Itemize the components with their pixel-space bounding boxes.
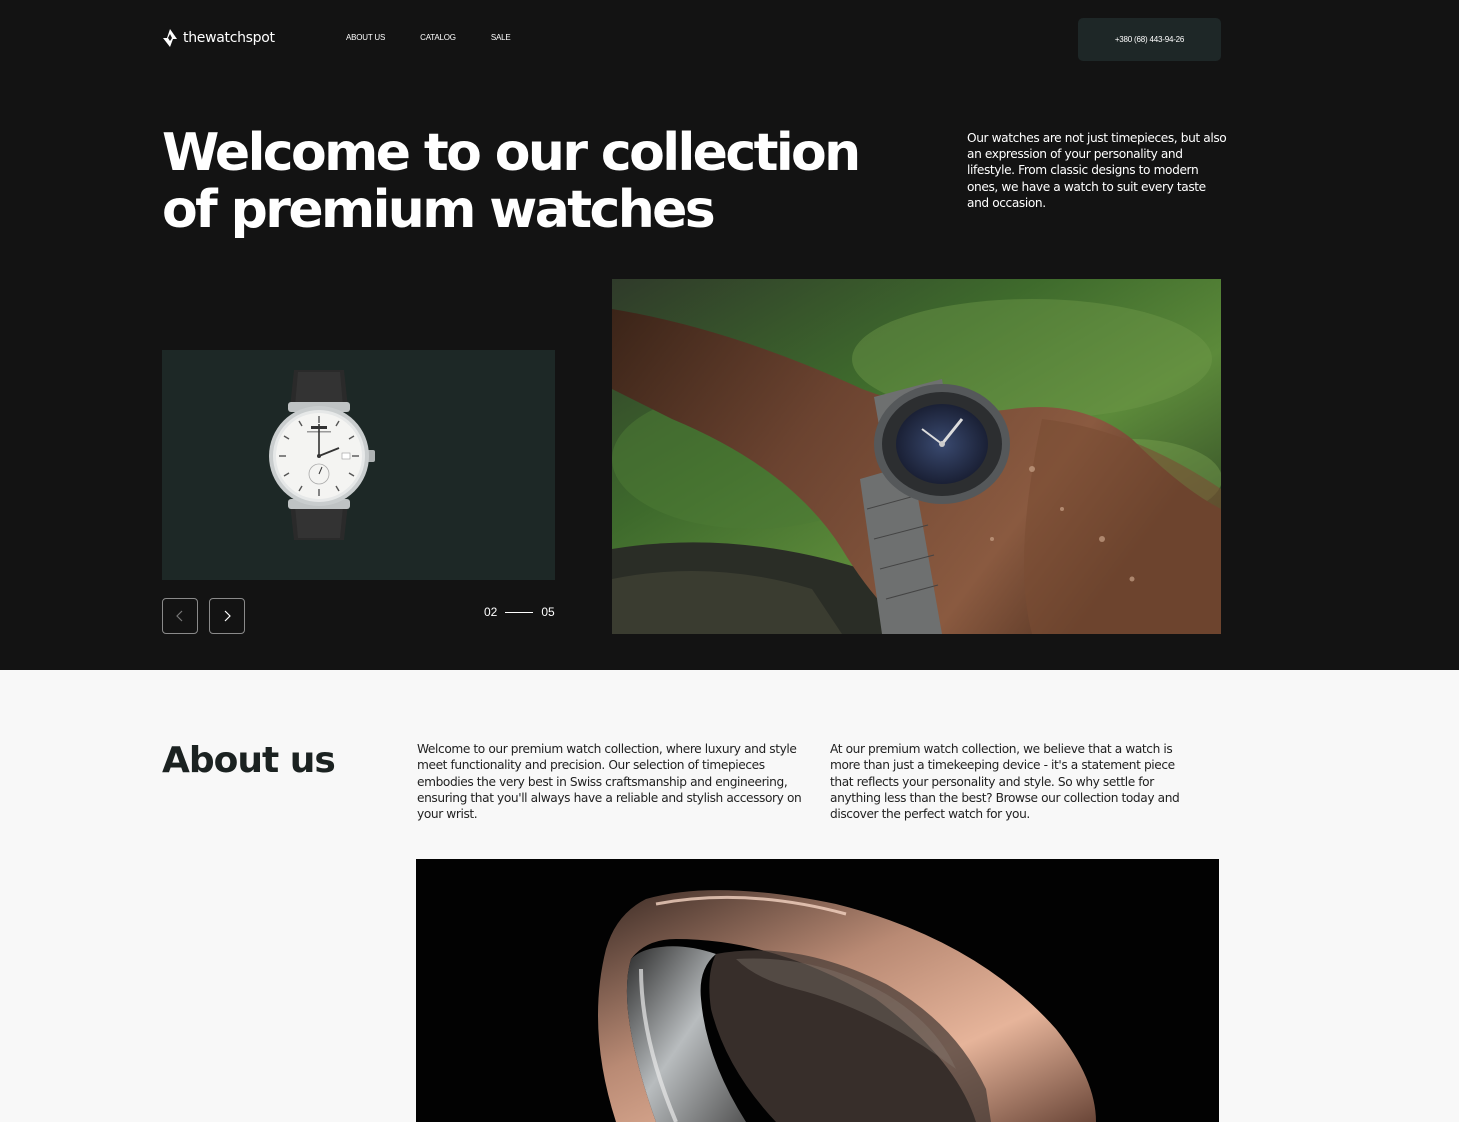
nav-sale[interactable]: SALE [491, 33, 511, 42]
watch-closeup-photo [416, 859, 1219, 1122]
counter-divider [505, 611, 534, 613]
slider-next-button[interactable] [209, 598, 245, 634]
slide-counter: 02 05 [484, 605, 555, 619]
hero-section: thewatchspot ABOUT US CATALOG SALE +380 … [0, 0, 1459, 670]
wrist-watch-image [612, 279, 1221, 634]
wrist-watch-photo [612, 279, 1221, 634]
hero-description: Our watches are not just timepieces, but… [967, 131, 1227, 210]
nav-catalog[interactable]: CATALOG [420, 33, 456, 42]
product-card[interactable] [162, 350, 555, 580]
logo-text: thewatchspot [183, 30, 275, 46]
hero-title: Welcome to our collection of premium wat… [162, 123, 861, 240]
logo[interactable]: thewatchspot [162, 29, 275, 47]
about-paragraph-1: Welcome to our premium watch collection,… [417, 742, 802, 822]
about-paragraph-2: At our premium watch collection, we beli… [830, 742, 1180, 822]
phone-button[interactable]: +380 (68) 443-94-26 [1078, 18, 1221, 61]
slide-current: 02 [484, 605, 498, 619]
about-watch-image [416, 859, 1219, 1122]
main-nav: ABOUT US CATALOG SALE [346, 33, 511, 42]
chevron-right-icon [224, 610, 231, 622]
chevron-left-icon [176, 610, 183, 622]
logo-icon [163, 29, 177, 47]
watch-product-image [269, 370, 375, 540]
about-title: About us [162, 740, 336, 781]
slide-total: 05 [541, 605, 555, 619]
slider-prev-button[interactable] [162, 598, 198, 634]
nav-about-us[interactable]: ABOUT US [346, 33, 385, 42]
